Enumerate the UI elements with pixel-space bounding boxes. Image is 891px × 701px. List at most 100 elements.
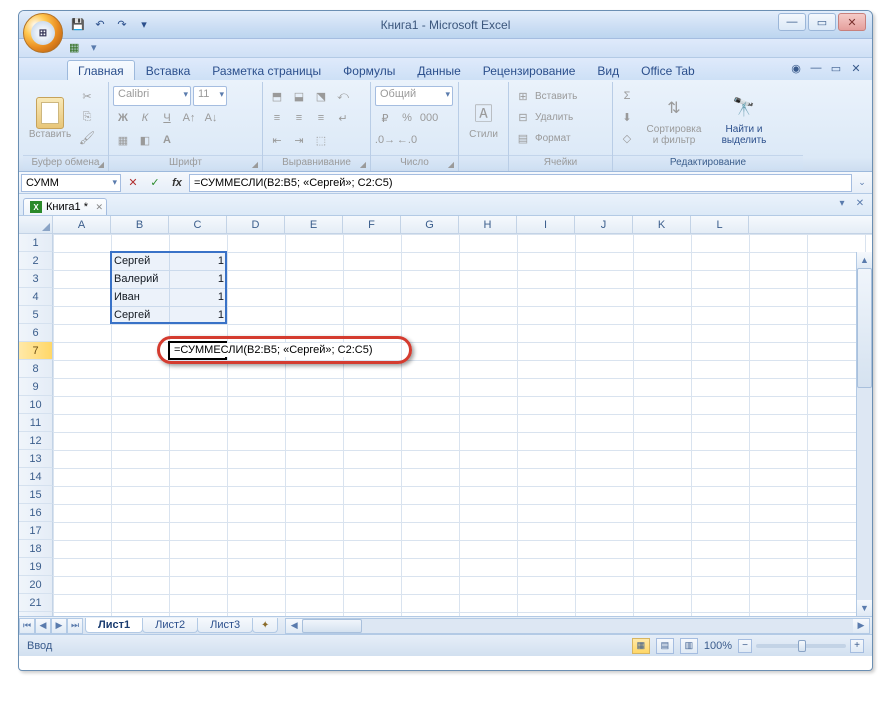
col-header-J[interactable]: J xyxy=(575,216,633,233)
cells-area[interactable]: Сергей1Валерий1Иван1Сергей1=СУММЕСЛИ(B2:… xyxy=(53,234,872,616)
number-launcher-icon[interactable]: ◢ xyxy=(445,158,457,170)
select-all-corner[interactable] xyxy=(19,216,53,233)
sheet-prev-icon[interactable]: ◀ xyxy=(35,618,51,634)
name-box[interactable]: СУММ xyxy=(21,174,121,192)
find-select-button[interactable]: 🔭 Найти и выделить xyxy=(711,86,777,153)
cell-C3[interactable]: 1 xyxy=(169,270,227,288)
redo-icon[interactable]: ↷ xyxy=(113,16,131,34)
row-header-4[interactable]: 4 xyxy=(19,288,53,306)
undo-icon[interactable]: ↶ xyxy=(91,16,109,34)
row-header-5[interactable]: 5 xyxy=(19,306,53,324)
new-sheet-button[interactable]: ✦ xyxy=(252,618,278,633)
scroll-up-icon[interactable]: ▲ xyxy=(857,252,872,268)
office-button[interactable]: ⊞ xyxy=(23,13,63,53)
maximize-button[interactable]: ▭ xyxy=(808,13,836,31)
zoom-out-button[interactable]: − xyxy=(738,639,752,653)
row-header-8[interactable]: 8 xyxy=(19,360,53,378)
sheet-next-icon[interactable]: ▶ xyxy=(51,618,67,634)
row-header-1[interactable]: 1 xyxy=(19,234,53,252)
vscroll-thumb[interactable] xyxy=(857,268,872,388)
row-header-20[interactable]: 20 xyxy=(19,576,53,594)
scroll-left-icon[interactable]: ◀ xyxy=(286,619,302,633)
expand-formula-icon[interactable]: ⌄ xyxy=(854,177,870,188)
qat2-dropdown-icon[interactable]: ▾ xyxy=(91,41,107,55)
col-header-F[interactable]: F xyxy=(343,216,401,233)
in-cell-formula[interactable]: =СУММЕСЛИ(B2:B5; «Сергей»; C2:C5) xyxy=(171,343,376,357)
alignment-launcher-icon[interactable]: ◢ xyxy=(357,158,369,170)
view-normal-icon[interactable]: ▦ xyxy=(632,638,650,654)
cell-C4[interactable]: 1 xyxy=(169,288,227,306)
tab-formulas[interactable]: Формулы xyxy=(332,60,406,80)
sheet-tab-Лист3[interactable]: Лист3 xyxy=(197,618,253,633)
workbook-tab[interactable]: X Книга1 * ✕ xyxy=(23,198,107,215)
row-header-6[interactable]: 6 xyxy=(19,324,53,342)
cell-B2[interactable]: Сергей xyxy=(111,252,169,270)
tab-data[interactable]: Данные xyxy=(406,60,471,80)
cell-C5[interactable]: 1 xyxy=(169,306,227,324)
view-page-layout-icon[interactable]: ▤ xyxy=(656,638,674,654)
mdi-minimize-icon[interactable]: — xyxy=(808,60,824,76)
row-header-14[interactable]: 14 xyxy=(19,468,53,486)
row-header-21[interactable]: 21 xyxy=(19,594,53,612)
sheet-last-icon[interactable]: ⏭ xyxy=(67,618,83,634)
mdi-close-icon[interactable]: ✕ xyxy=(848,60,864,76)
col-header-I[interactable]: I xyxy=(517,216,575,233)
horizontal-scrollbar[interactable]: ◀ ▶ xyxy=(285,618,870,634)
col-header-A[interactable]: A xyxy=(53,216,111,233)
zoom-knob[interactable] xyxy=(798,640,806,652)
cell-B4[interactable]: Иван xyxy=(111,288,169,306)
qat-customize-icon[interactable]: ▾ xyxy=(135,16,153,34)
col-header-D[interactable]: D xyxy=(227,216,285,233)
workbook-tab-close-icon[interactable]: ✕ xyxy=(95,202,103,213)
tab-insert[interactable]: Вставка xyxy=(135,60,202,80)
row-header-13[interactable]: 13 xyxy=(19,450,53,468)
tab-home[interactable]: Главная xyxy=(67,60,135,80)
workbook-icon[interactable]: ▦ xyxy=(69,41,85,55)
tab-office-tab[interactable]: Office Tab xyxy=(630,60,706,80)
col-header-B[interactable]: B xyxy=(111,216,169,233)
fx-icon[interactable]: fx xyxy=(167,174,187,192)
row-header-2[interactable]: 2 xyxy=(19,252,53,270)
row-header-9[interactable]: 9 xyxy=(19,378,53,396)
vertical-scrollbar[interactable]: ▲ ▼ xyxy=(856,252,872,616)
sheet-tab-Лист2[interactable]: Лист2 xyxy=(142,618,198,633)
wbtab-close-icon[interactable]: ✕ xyxy=(852,196,868,210)
tab-page-layout[interactable]: Разметка страницы xyxy=(201,60,332,80)
zoom-in-button[interactable]: + xyxy=(850,639,864,653)
cancel-icon[interactable]: ✕ xyxy=(123,174,143,192)
sheet-first-icon[interactable]: ⏮ xyxy=(19,618,35,634)
row-header-3[interactable]: 3 xyxy=(19,270,53,288)
cell-C2[interactable]: 1 xyxy=(169,252,227,270)
tab-view[interactable]: Вид xyxy=(586,60,630,80)
help-icon[interactable]: ◉ xyxy=(788,60,804,76)
col-header-K[interactable]: K xyxy=(633,216,691,233)
row-header-10[interactable]: 10 xyxy=(19,396,53,414)
tab-review[interactable]: Рецензирование xyxy=(472,60,587,80)
row-header-18[interactable]: 18 xyxy=(19,540,53,558)
row-header-11[interactable]: 11 xyxy=(19,414,53,432)
row-header-7[interactable]: 7 xyxy=(19,342,53,360)
mdi-restore-icon[interactable]: ▭ xyxy=(828,60,844,76)
enter-icon[interactable]: ✓ xyxy=(145,174,165,192)
scroll-down-icon[interactable]: ▼ xyxy=(857,600,872,616)
cell-B5[interactable]: Сергей xyxy=(111,306,169,324)
minimize-button[interactable]: — xyxy=(778,13,806,31)
view-page-break-icon[interactable]: ▥ xyxy=(680,638,698,654)
col-header-E[interactable]: E xyxy=(285,216,343,233)
zoom-slider[interactable] xyxy=(756,644,846,648)
wbtab-dropdown-icon[interactable]: ▾ xyxy=(834,196,850,210)
close-button[interactable]: ✕ xyxy=(838,13,866,31)
cell-B3[interactable]: Валерий xyxy=(111,270,169,288)
row-header-19[interactable]: 19 xyxy=(19,558,53,576)
col-header-H[interactable]: H xyxy=(459,216,517,233)
row-header-12[interactable]: 12 xyxy=(19,432,53,450)
scroll-right-icon[interactable]: ▶ xyxy=(853,619,869,633)
col-header-C[interactable]: C xyxy=(169,216,227,233)
grid-body[interactable]: 123456789101112131415161718192021222324 … xyxy=(19,234,872,616)
save-icon[interactable]: 💾 xyxy=(69,16,87,34)
sheet-tab-Лист1[interactable]: Лист1 xyxy=(85,618,143,633)
col-header-L[interactable]: L xyxy=(691,216,749,233)
hscroll-thumb[interactable] xyxy=(302,619,362,633)
row-header-16[interactable]: 16 xyxy=(19,504,53,522)
col-header-G[interactable]: G xyxy=(401,216,459,233)
